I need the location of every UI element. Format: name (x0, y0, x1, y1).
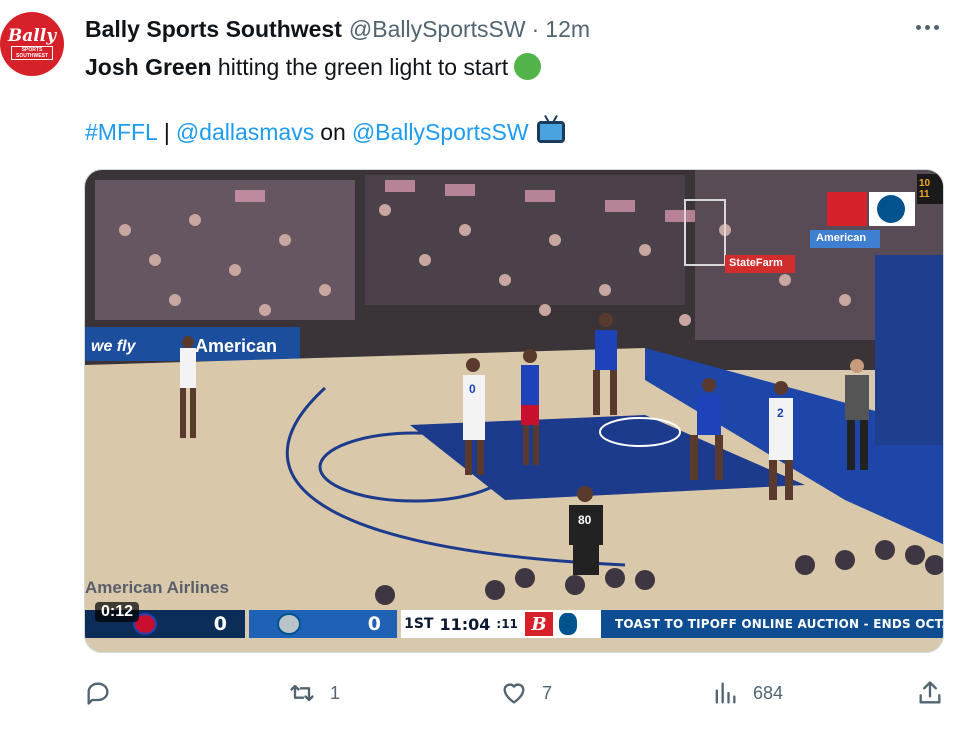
views-button[interactable]: 684 (711, 676, 783, 710)
views-count: 684 (753, 682, 784, 703)
mention-team-link[interactable]: @dallasmavs (176, 117, 314, 147)
bally-logo-word: Bally (7, 26, 57, 46)
home-score: 0 (213, 613, 227, 635)
game-clock: 11:04 (439, 614, 491, 634)
divider-text: | (163, 119, 170, 145)
author-handle[interactable]: @BallySportsSW (349, 16, 526, 43)
heart-icon (503, 683, 525, 704)
video-timer: 0:12 (95, 602, 140, 622)
more-options-icon[interactable] (916, 20, 942, 34)
mavs-mini-logo-icon (559, 613, 577, 635)
bally-b-logo-icon: B (525, 612, 553, 636)
player-number-0: 0 (469, 382, 476, 396)
mavericks-logo-icon (277, 613, 301, 635)
share-button[interactable] (916, 676, 944, 710)
sponsor-board: StateFarm (729, 257, 783, 269)
tweet-action-bar: 1 7 684 (84, 676, 944, 710)
author-name[interactable]: Bally Sports Southwest (85, 16, 342, 43)
away-score: 0 (367, 613, 381, 635)
like-button[interactable]: 7 (500, 676, 552, 710)
hashtag-link[interactable]: #MFFL (85, 117, 158, 147)
tweet-tags-line: #MFFL | @dallasmavs on @BallySportsSW (85, 117, 565, 147)
scorebug: 0 0 1ST 11:04 :11 B TOAST TO TIPOFF ONLI… (85, 610, 943, 638)
mention-network-link[interactable]: @BallySportsSW (352, 117, 529, 147)
ticker-logos: B (521, 610, 601, 638)
television-icon (536, 121, 565, 143)
tweet-text-rest: hitting the green light to start (211, 54, 509, 80)
like-count: 7 (542, 682, 553, 703)
avatar[interactable]: Bally SPORTS SOUTHWEST (0, 12, 64, 76)
green-circle-icon (514, 53, 542, 80)
referee-number: 80 (578, 513, 592, 527)
bally-logo-sub: SPORTS SOUTHWEST (11, 46, 53, 60)
analytics-icon (715, 682, 736, 704)
retweet-icon (290, 684, 314, 702)
retweet-count: 1 (330, 682, 341, 703)
arena-banner-mid: American (195, 336, 278, 356)
tweet-text-bold: Josh Green (85, 54, 212, 80)
share-icon (919, 681, 941, 704)
game-period: 1ST (404, 616, 434, 632)
video-player[interactable]: we fly American American Airlines StateF… (84, 169, 944, 653)
corner-sponsor: American (816, 232, 867, 244)
court-wordmark: American Airlines (85, 578, 229, 597)
reply-icon (87, 682, 109, 705)
separator-dot: · (531, 15, 540, 42)
away-team-score-box: 0 (249, 610, 397, 638)
corner-score: 10 11 (919, 178, 931, 200)
reply-button[interactable] (84, 676, 126, 710)
tweet-text: Josh Green hitting the green light to st… (85, 52, 542, 82)
player-number-2: 2 (777, 406, 784, 420)
shot-clock: :11 (496, 617, 518, 631)
ticker-text: TOAST TO TIPOFF ONLINE AUCTION - ENDS OC… (601, 610, 943, 638)
word-on: on (320, 119, 346, 145)
tweet-header: Bally Sports Southwest @BallySportsSW · … (85, 15, 900, 43)
timestamp[interactable]: 12m (545, 16, 590, 43)
arena-banner-left: we fly (91, 338, 136, 355)
game-clock-box: 1ST 11:04 :11 (401, 610, 521, 638)
retweet-button[interactable]: 1 (288, 676, 340, 710)
